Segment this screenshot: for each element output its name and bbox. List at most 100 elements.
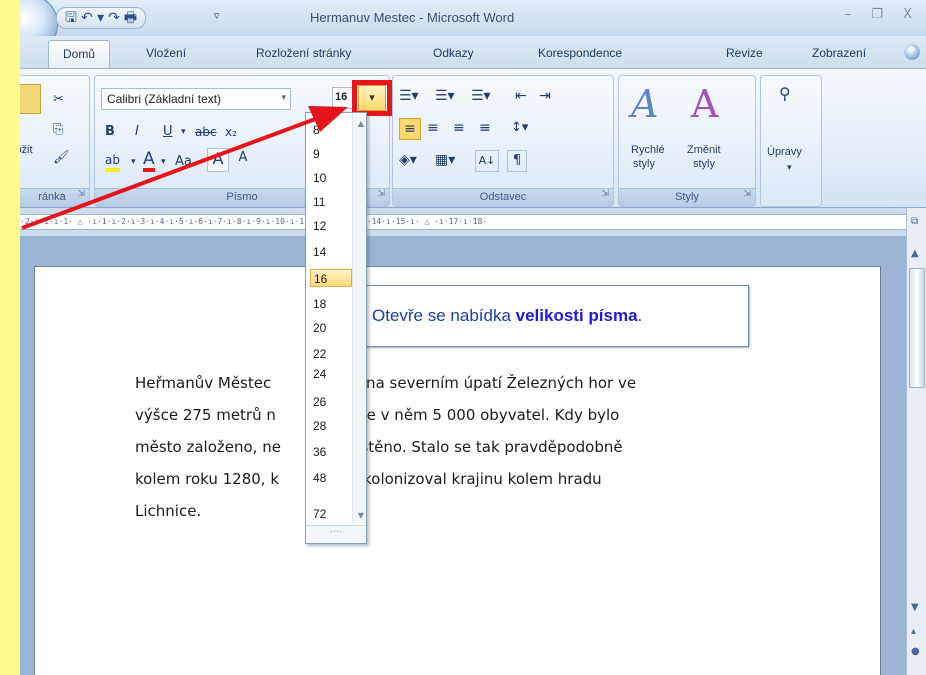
redo-icon[interactable]: ↷ xyxy=(108,9,120,27)
dropdown-scroll-up-icon[interactable]: ▲ xyxy=(358,119,364,128)
styles-launcher-icon[interactable]: ⇲ xyxy=(743,186,751,203)
clipboard-group-label: ránka ⇲ xyxy=(20,188,89,206)
shrink-font-button[interactable]: A xyxy=(233,148,253,172)
tab-home[interactable]: Domů xyxy=(48,40,111,68)
font-size-option[interactable]: 48 xyxy=(310,469,352,487)
font-size-option[interactable]: 9 xyxy=(310,145,352,163)
increase-indent-icon[interactable]: ⇥ xyxy=(539,86,551,106)
line-spacing-icon[interactable]: ↕▾ xyxy=(511,118,528,138)
doc-line-5: Lichnice. xyxy=(135,502,202,520)
vertical-scrollbar[interactable]: ⧉ ▲ ▼ ▴ ● xyxy=(906,208,926,675)
justify-icon[interactable]: ≡ xyxy=(479,118,491,138)
format-painter-icon[interactable]: 🖌 xyxy=(53,148,70,168)
window-controls[interactable]: – ❐ X xyxy=(845,7,920,22)
sort-icon[interactable]: A↓ xyxy=(475,150,499,172)
font-size-option[interactable]: 10 xyxy=(310,169,352,187)
horizontal-ruler[interactable]: ·2·ı·1·ı·1· △ ·ı·1·ı·2·ı·3·ı·4·ı·5·ı·6·ı… xyxy=(20,214,906,230)
scroll-up-icon[interactable]: ▲ xyxy=(911,248,919,259)
tab-mailings[interactable]: Korespondence xyxy=(538,46,622,60)
editing-dropdown-icon[interactable]: ▾ xyxy=(787,162,792,173)
qat-customize-icon[interactable]: ▿ xyxy=(214,9,220,22)
paragraph-launcher-icon[interactable]: ⇲ xyxy=(601,186,609,203)
highlight-button[interactable]: ab xyxy=(105,152,120,172)
scrollbar-thumb[interactable] xyxy=(909,268,925,388)
tooltip-callout: Otevře se nabídka velikosti písma. xyxy=(363,285,749,347)
quick-styles-icon[interactable]: A xyxy=(631,84,658,124)
font-size-option[interactable]: 28 xyxy=(310,417,352,435)
font-size-option[interactable]: 20 xyxy=(310,319,352,337)
editing-label[interactable]: Úpravy xyxy=(767,146,802,158)
grow-font-button[interactable]: A xyxy=(207,148,229,172)
tab-view[interactable]: Zobrazení xyxy=(812,46,866,60)
font-size-option[interactable]: 18 xyxy=(310,295,352,313)
font-name-combo[interactable]: Calibri (Základní text) ▾ xyxy=(101,88,291,110)
align-center-icon[interactable]: ≡ xyxy=(427,118,439,138)
font-size-option[interactable]: 12 xyxy=(310,217,352,235)
font-size-option[interactable]: 11 xyxy=(310,193,352,211)
dropdown-resize-grip[interactable]: ···· xyxy=(306,525,366,543)
borders-icon[interactable]: ▦▾ xyxy=(435,150,455,170)
font-color-button[interactable]: A xyxy=(143,150,155,172)
quick-styles-label[interactable]: Rychlé xyxy=(631,144,665,156)
ruler-bar: ·2·ı·1·ı·1· △ ·ı·1·ı·2·ı·3·ı·4·ı·5·ı·6·ı… xyxy=(20,208,906,236)
copy-icon[interactable]: ⎘ xyxy=(53,120,63,140)
change-case-button[interactable]: Aa xyxy=(175,152,192,172)
document-text[interactable]: Heřmanův Městec ládá na severním úpatí Že… xyxy=(135,367,755,527)
doc-line-4: kolem roku 1280, kman kolonizoval krajin… xyxy=(135,470,602,488)
ruler-toggle-icon[interactable]: ⧉ xyxy=(911,216,918,227)
bold-button[interactable]: B xyxy=(105,122,115,142)
help-icon[interactable]: ? xyxy=(904,44,920,60)
multilevel-list-icon[interactable]: ☰▾ xyxy=(471,86,491,106)
change-styles-icon[interactable]: A xyxy=(691,84,718,124)
change-styles-label-2[interactable]: styly xyxy=(693,158,715,170)
print-icon[interactable]: 🖶 xyxy=(124,9,137,27)
numbering-icon[interactable]: ☰▾ xyxy=(435,86,455,106)
tab-page-layout[interactable]: Rozložení stránky xyxy=(256,46,351,60)
font-size-combo[interactable]: 16 xyxy=(332,87,354,109)
decrease-indent-icon[interactable]: ⇤ xyxy=(515,86,527,106)
change-styles-label[interactable]: Změnit xyxy=(687,144,721,156)
font-size-option[interactable]: 22 xyxy=(310,345,352,363)
font-size-option[interactable]: 72 xyxy=(310,505,352,523)
clipboard-launcher-icon[interactable]: ⇲ xyxy=(77,186,85,203)
binoculars-icon[interactable]: ⚲ xyxy=(779,84,791,104)
scroll-down-icon[interactable]: ▼ xyxy=(911,602,919,613)
paste-icon[interactable] xyxy=(20,84,41,114)
previous-page-icon[interactable]: ▴ xyxy=(911,626,916,637)
font-size-option[interactable]: 26 xyxy=(310,393,352,411)
dropdown-scrollbar[interactable] xyxy=(352,113,366,523)
font-color-dropdown-icon[interactable]: ▾ xyxy=(161,152,166,172)
align-right-icon[interactable]: ≡ xyxy=(453,118,465,138)
tab-references[interactable]: Odkazy xyxy=(433,46,474,60)
title-bar: 🖫 ↶ ▾ ↷ 🖶 ▿ Hermanuv Mestec - Microsoft … xyxy=(20,0,926,54)
font-size-dropdown-list[interactable]: ▲ ▼ 8 9 10 11 12 14 16 18 20 22 24 26 28… xyxy=(305,112,367,544)
doc-line-1: Heřmanův Městec ládá na severním úpatí Že… xyxy=(135,374,637,392)
italic-button[interactable]: I xyxy=(135,122,139,142)
subscript-button[interactable]: x₂ xyxy=(225,122,237,142)
cut-icon[interactable]: ✂ xyxy=(53,90,64,110)
tooltip-text: Otevře se nabídka velikosti písma. xyxy=(372,306,643,325)
save-icon[interactable]: 🖫 xyxy=(65,9,77,27)
shading-icon[interactable]: ◈▾ xyxy=(399,150,417,170)
align-left-icon[interactable]: ≡ xyxy=(399,118,421,140)
underline-button[interactable]: U xyxy=(163,122,173,142)
quick-styles-label-2[interactable]: styly xyxy=(633,158,655,170)
ribbon-tabs: Domů Vložení Rozložení stránky Odkazy Ko… xyxy=(20,36,926,68)
styles-group-label: Styly ⇲ xyxy=(619,188,755,206)
browse-object-icon[interactable]: ● xyxy=(911,646,920,657)
strikethrough-button[interactable]: abc xyxy=(195,122,217,142)
dropdown-scroll-down-icon[interactable]: ▼ xyxy=(358,511,364,520)
tab-review[interactable]: Revize xyxy=(726,46,763,60)
show-marks-icon[interactable]: ¶ xyxy=(507,150,527,172)
font-size-option[interactable]: 24 xyxy=(310,365,352,383)
tab-insert[interactable]: Vložení xyxy=(146,46,186,60)
font-size-option-selected[interactable]: 16 xyxy=(310,269,352,287)
highlight-dropdown-icon[interactable]: ▾ xyxy=(131,152,136,172)
undo-icon[interactable]: ↶ ▾ xyxy=(81,9,104,27)
font-size-option[interactable]: 14 xyxy=(310,243,352,261)
font-launcher-icon[interactable]: ⇲ xyxy=(377,186,385,203)
bullets-icon[interactable]: ☰▾ xyxy=(399,86,419,106)
font-size-option[interactable]: 36 xyxy=(310,443,352,461)
font-size-option[interactable]: 8 xyxy=(310,121,352,139)
underline-dropdown-icon[interactable]: ▾ xyxy=(181,122,186,142)
